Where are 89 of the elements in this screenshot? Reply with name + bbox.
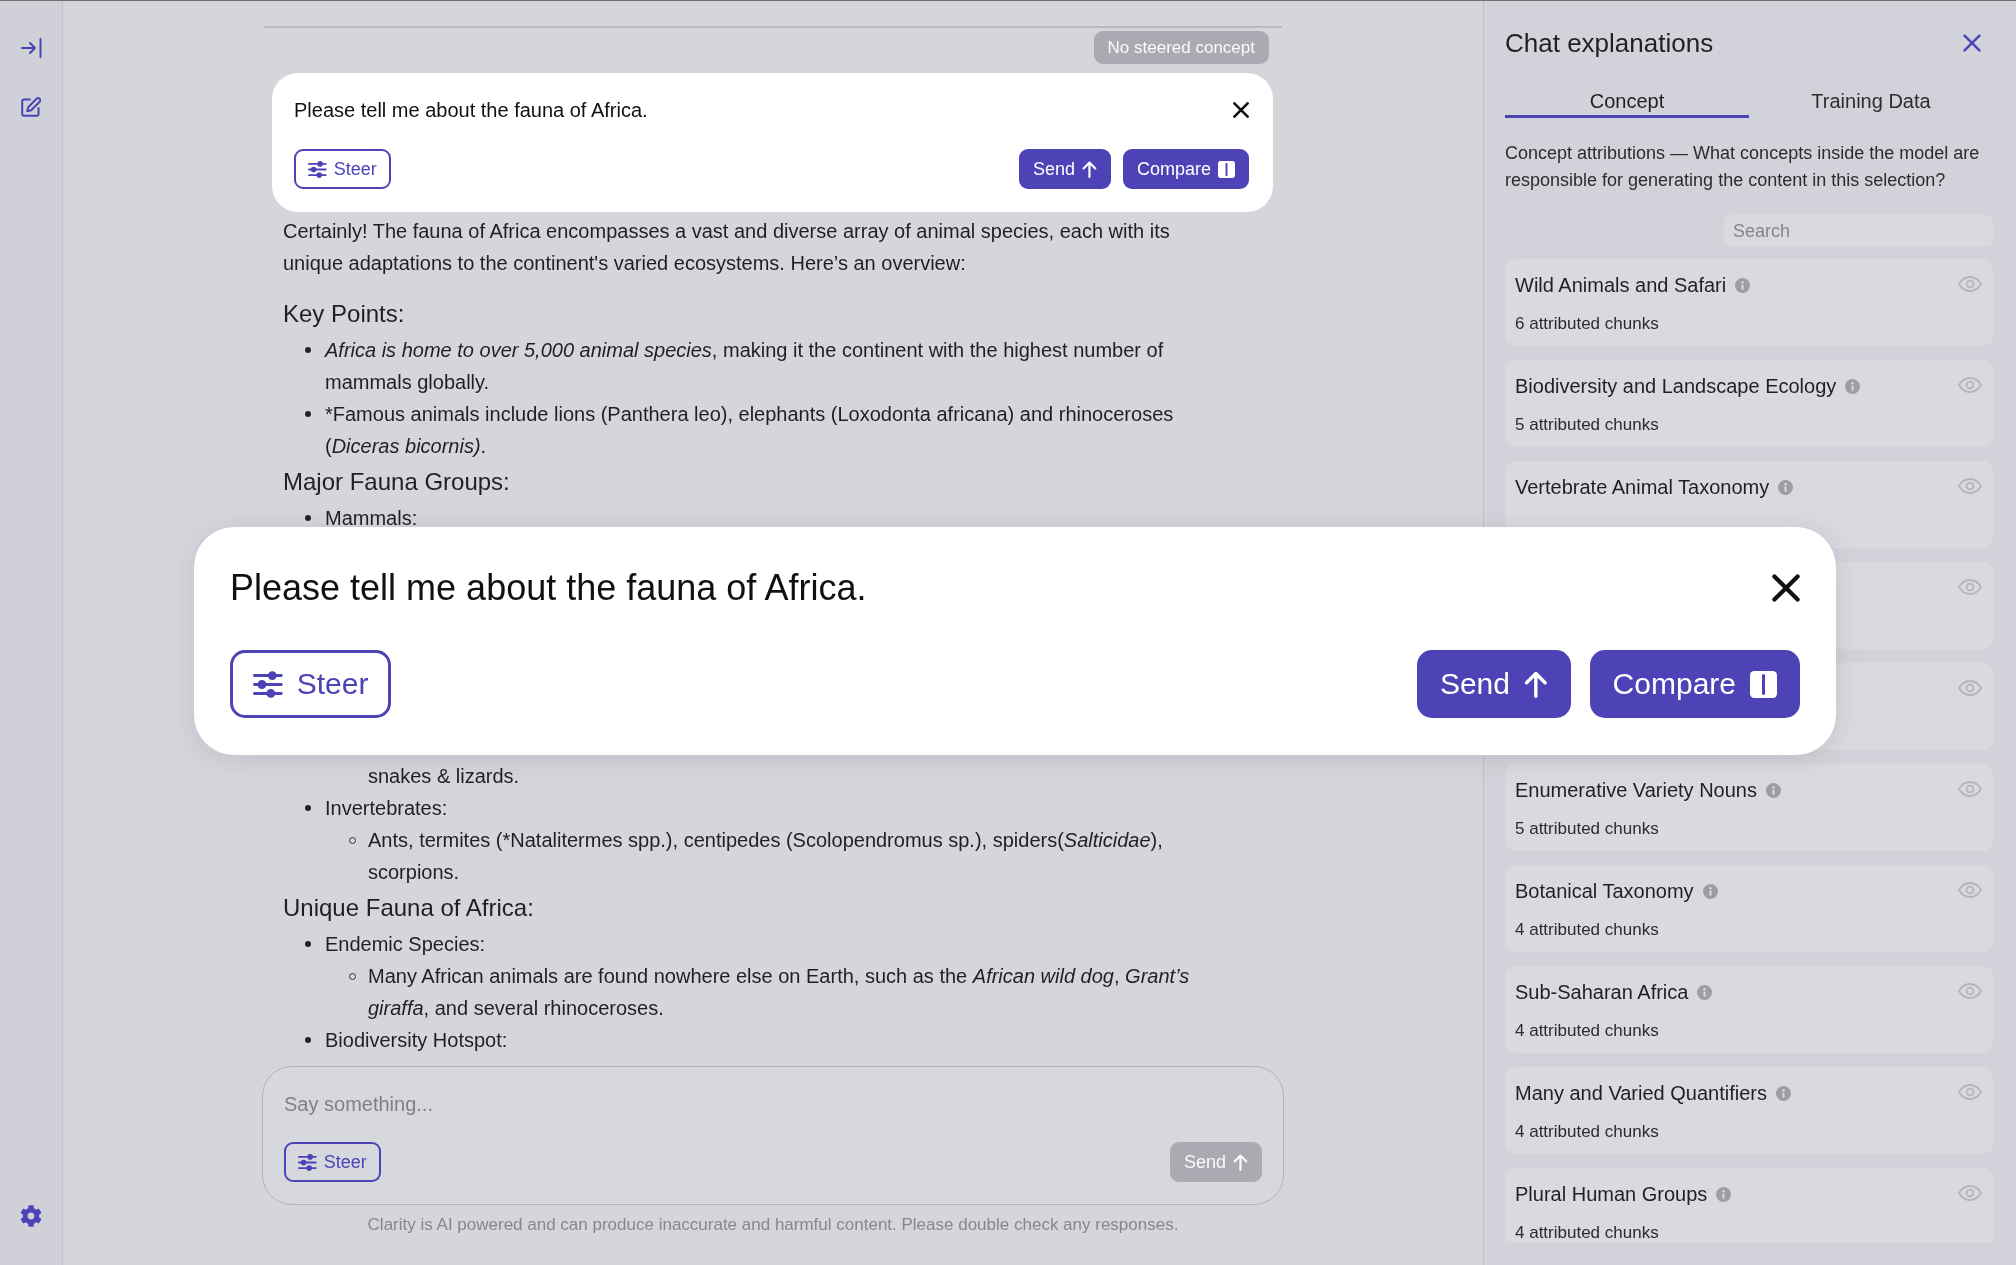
message-input[interactable]: Say something... [284,1086,1262,1122]
concept-title: Plural Human Groups [1515,1182,1708,1207]
eye-icon[interactable] [1958,680,1982,696]
concept-card[interactable]: Sub-Saharan Africa 4 attributed chunks [1505,966,1993,1053]
info-icon[interactable] [1778,479,1794,495]
prompt-text: Please tell me about the fauna of Africa. [230,566,867,610]
send-button[interactable]: Send [1416,650,1571,718]
tab[interactable]: Training Data [1749,84,1993,118]
arrow-to-line-icon[interactable] [20,38,42,58]
panel-description: Concept attributions — What concepts inside the model are responsible for generating the content in this selection? [1505,142,1981,192]
panel-title: Chat explanations [1505,27,1714,60]
tab[interactable]: Concept [1505,84,1749,118]
section-heading: Unique Fauna of Africa: [283,893,535,923]
eye-icon[interactable] [1958,781,1982,797]
close-icon[interactable] [1233,102,1249,118]
info-icon[interactable] [1716,1186,1732,1202]
concept-title: Wild Animals and Safari [1515,273,1727,298]
steer-button[interactable]: Steer [230,650,392,718]
eye-icon[interactable] [1958,478,1982,494]
list-item-text: Endemic Species: [325,932,487,957]
sliders-icon [253,670,283,698]
eye-icon[interactable] [1958,276,1982,292]
prompt-text: Please tell me about the fauna of Africa. [294,98,648,123]
chunk-count: 5 attributed chunks [1515,818,1660,840]
chunk-count: 4 attributed chunks [1515,1222,1660,1243]
columns-icon [1750,670,1777,698]
steer-button[interactable]: Steer [294,149,391,189]
send-button[interactable]: Send [1019,149,1111,189]
concept-card[interactable]: Plural Human Groups 4 attributed chunks [1505,1168,1993,1243]
concept-title: Sub-Saharan Africa [1515,980,1689,1005]
chunk-count: 5 attributed chunks [1515,414,1660,436]
list-item-text: snakes & lizards. [368,764,521,789]
eye-icon[interactable] [1958,1185,1982,1201]
edit-icon[interactable] [21,97,41,117]
chunk-count: 4 attributed chunks [1515,1020,1660,1042]
bullet-icon [305,411,311,417]
concept-title: Biodiversity and Landscape Ecology [1515,374,1837,399]
bullet-icon [305,347,311,353]
info-icon[interactable] [1776,1085,1791,1101]
concept-title: Vertebrate Animal Taxonomy [1515,475,1770,500]
info-icon[interactable] [1702,883,1718,899]
steer-status-badge: No steered concept [1093,31,1269,64]
chunk-count: 6 attributed chunks [1515,313,1660,335]
list-item-text: *Famous animals include lions (Panthera leo), elephants (Loxodonta africana) and rhinoceroses (Diceras bicornis). [325,402,1175,459]
list-item-text: Invertebrates: [325,796,449,821]
info-icon[interactable] [1765,782,1781,798]
section-heading: Key Points: [283,299,406,329]
eye-icon[interactable] [1958,983,1982,999]
eye-icon[interactable] [1958,377,1982,393]
disclaimer-text: Clarity is AI powered and can produce inaccurate and harmful content. Please double check any responses. [366,1214,1180,1236]
columns-icon [1218,160,1235,178]
sliders-icon [298,1153,317,1171]
concept-title: Many and Varied Quantifiers [1515,1081,1767,1106]
info-icon[interactable] [1697,984,1713,1000]
concept-card[interactable]: Biodiversity and Landscape Ecology 5 attributed chunks [1505,360,1993,447]
chunk-count: 4 attributed chunks [1515,919,1660,941]
concept-title: Botanical Taxonomy [1515,879,1694,904]
chunk-count: 4 attributed chunks [1515,1121,1660,1143]
section-heading: Major Fauna Groups: [283,467,511,497]
arrow-up-icon [1233,1153,1248,1171]
concept-card[interactable]: Enumerative Variety Nouns 5 attributed chunks [1505,764,1993,851]
sliders-icon [308,160,327,178]
info-icon[interactable] [1845,378,1861,394]
concept-title: Enumerative Variety Nouns [1515,778,1757,803]
concept-card[interactable]: Many and Varied Quantifiers 4 attributed chunks [1505,1067,1993,1154]
list-item-text: Ants, termites (*Natalitermes spp.), centipedes (Scolopendromus sp.), spiders(Salticidae), scorpions. [368,828,1164,885]
list-item-text: Biodiversity Hotspot: [325,1028,509,1053]
concept-card[interactable]: Botanical Taxonomy 4 attributed chunks [1505,865,1993,952]
compare-button[interactable]: Compare [1122,149,1249,189]
list-item-text: Mammals: [325,506,419,531]
close-icon[interactable] [1772,574,1800,602]
concept-card[interactable]: Wild Animals and Safari 6 attributed chunks [1505,259,1993,346]
bullet-icon [305,941,311,947]
arrow-up-icon [1082,160,1097,178]
list-item-text: Africa is home to over 5,000 animal species, making it the continent with the highest number of mammals globally. [325,338,1165,395]
eye-icon[interactable] [1958,1084,1982,1100]
arrow-up-icon [1524,670,1548,698]
search-field[interactable]: Search [1724,215,1993,247]
list-item-text: Many African animals are found nowhere else on Earth, such as the African wild dog, Grant’s giraffa, and several rhinoceroses. [368,964,1191,1021]
bullet-icon [305,805,311,811]
info-icon[interactable] [1735,277,1751,293]
compare-button[interactable]: Compare [1589,650,1800,718]
eye-icon[interactable] [1958,882,1982,898]
response-paragraph: Certainly! The fauna of Africa encompasses a vast and diverse array of animal species, each with its unique adaptations to the continent's varied ecosystems. Here’s an overview: [283,219,1171,276]
eye-icon[interactable] [1958,579,1982,595]
bullet-icon [305,515,311,521]
settings-icon[interactable] [20,1205,42,1227]
bullet-icon [305,1037,311,1043]
steer-button[interactable]: Steer [284,1142,381,1182]
